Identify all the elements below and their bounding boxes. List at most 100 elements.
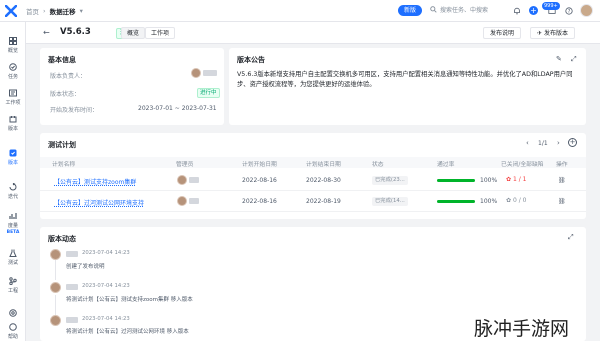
col-admin: 管理员 (176, 162, 194, 168)
breadcrumb: 首页 › 数据迁移 ▾ (26, 6, 83, 16)
plan-status-badge: 已完成(14... (372, 197, 408, 206)
table-row[interactable]: 【公有云】过河测试公网环境支持 2022-08-16 2022-08-19 已完… (40, 191, 586, 212)
owner-name (203, 70, 217, 76)
bug-icon: ✿ (506, 176, 512, 183)
help-icon[interactable]: ? (562, 4, 575, 17)
nav-label: 工程 (7, 287, 18, 294)
global-search[interactable]: 搜索任务、中搜索 (430, 5, 488, 14)
nav-release[interactable]: 版本 (0, 144, 26, 170)
breadcrumb-home[interactable]: 首页 (26, 6, 39, 16)
nav-help[interactable]: 帮助 (0, 322, 26, 340)
search-placeholder: 搜索任务、中搜索 (440, 7, 489, 14)
pager: 1/1 (538, 140, 548, 147)
version-status-badge: 进行中 (197, 88, 220, 98)
activity-avatar (50, 249, 61, 260)
col-start: 计划开始日期 (242, 162, 277, 168)
chevron-down-icon[interactable]: ▾ (80, 7, 83, 15)
nav-iteration[interactable]: 迭代 (0, 178, 26, 204)
breadcrumb-project[interactable]: 数据迁移 (50, 6, 76, 16)
expand-icon[interactable]: ⤢ (568, 233, 574, 242)
announcement-text: V5.6.3版本新增支持用户自主配置交换机多可用区，支持用户配置相关消息通知等特… (237, 71, 573, 88)
nav-label: 概览 (7, 47, 18, 54)
new-version-pill[interactable]: 新版 (398, 5, 423, 16)
nav-metrics[interactable]: 度量 BETA (0, 208, 26, 238)
col-bugs: 已关闭/全部缺陷 (501, 162, 544, 168)
plan-name-link[interactable]: 【公有云】过河测试公网环境支持 (54, 198, 144, 207)
beta-badge: BETA (6, 229, 20, 235)
tab-overview[interactable]: 概览 (121, 27, 146, 39)
publish-version-label: 发布版本 (544, 29, 569, 37)
admin-avatar (177, 196, 187, 206)
bug-count: ✿ 0 / 0 (506, 197, 527, 204)
edit-icon[interactable]: ✎ (556, 55, 562, 63)
start-date: 2022-08-16 (242, 198, 277, 205)
grid-icon (9, 37, 18, 46)
activity-text: 创建了发布说明 (66, 264, 105, 270)
nav-label: 迭代 (7, 193, 18, 200)
bug-count: ✿ 1 / 1 (506, 176, 527, 183)
test-icon (9, 249, 18, 258)
bug-icon: ✿ (506, 197, 512, 204)
timeline-line (55, 260, 56, 280)
pass-rate-value: 100% (480, 177, 498, 184)
task-icon (9, 63, 18, 72)
table-header: 计划名称 管理员 计划开始日期 计划结束日期 状态 通过率 已关闭/全部缺陷 操… (40, 157, 586, 168)
pass-rate-fill (437, 200, 475, 203)
activity-avatar (50, 282, 61, 293)
add-plan-icon[interactable]: + (568, 138, 577, 147)
nav-label: 度量 (7, 222, 18, 229)
bug-count-value: 1 / 1 (513, 176, 527, 183)
chevron-right-icon[interactable]: › (557, 139, 560, 147)
link-icon[interactable]: ⛓ (558, 177, 566, 184)
announcement-card: 版本公告 ✎ ⤢ V5.6.3版本新增支持用户自主配置交换机多可用区，支持用户配… (229, 48, 586, 125)
admin-avatar (177, 175, 187, 185)
date-label: 开始及发布时间： (50, 107, 99, 114)
pass-rate-bar (437, 200, 475, 203)
user-avatar[interactable] (580, 4, 593, 17)
nav-versions[interactable]: 版本 (0, 110, 26, 136)
pass-rate-bar (437, 179, 475, 182)
link-icon[interactable]: ⛓ (558, 198, 566, 205)
tab-workitems[interactable]: 工作项 (145, 27, 176, 39)
activity-time: 2023-07-04 14:23 (82, 316, 130, 322)
pass-rate-fill (437, 179, 475, 182)
pass-rate-value: 100% (480, 198, 498, 205)
activity-user (66, 251, 78, 257)
release-notes-button[interactable]: 发布说明 (483, 27, 522, 39)
expand-icon[interactable]: ⤢ (571, 55, 577, 64)
nav-settings[interactable] (0, 306, 26, 320)
nav-testing[interactable]: 测试 (0, 244, 26, 270)
chevron-left-icon[interactable]: ‹ (526, 139, 529, 147)
nav-repo[interactable]: 工程 (0, 272, 26, 298)
nav-tasks[interactable]: 任务 (0, 58, 26, 84)
add-icon[interactable]: + (527, 4, 540, 17)
col-actions: 操作 (556, 162, 568, 168)
nav-overview[interactable]: 概览 (0, 32, 26, 58)
top-bar: 首页 › 数据迁移 ▾ 新版 搜索任务、中搜索 + 999+ ? (0, 0, 600, 22)
version-icon (9, 115, 18, 124)
repo-icon (9, 277, 18, 286)
activity-text: 将测试计划【公有云】测试支持zoom集群 移入版本 (66, 297, 193, 303)
date-range: 2023-07-01 ~ 2023-07-31 (138, 105, 217, 112)
plan-name-link[interactable]: 【公有云】测试支持zoom集群 (54, 177, 136, 186)
col-status: 状态 (372, 162, 384, 168)
nav-workitems[interactable]: 工作项 (0, 84, 26, 110)
nav-label: 工作项 (5, 99, 21, 106)
version-header: ← V5.6.3 进行中 概览 工作项 发布说明 ✈ 发布版本 (26, 22, 600, 44)
publish-version-button[interactable]: ✈ 发布版本 (530, 27, 576, 39)
nav-label: 帮助 (7, 333, 18, 340)
arrow-left-icon[interactable]: ← (43, 28, 50, 37)
admin-name (189, 198, 199, 204)
table-row[interactable]: 【公有云】测试支持zoom集群 2022-08-16 2022-08-30 已完… (40, 170, 586, 191)
nav-label: 版本 (7, 159, 18, 166)
rocket-icon: ✈ (537, 29, 543, 37)
app-logo[interactable] (0, 0, 22, 22)
activity-time: 2023-07-04 14:23 (82, 283, 130, 289)
nav-label: 测试 (7, 259, 18, 266)
end-date: 2022-08-19 (306, 198, 341, 205)
owner-avatar (191, 68, 201, 78)
bell-icon[interactable] (510, 4, 523, 17)
version-active-icon (9, 149, 18, 158)
owner-label: 版本负责人： (50, 73, 87, 80)
bug-count-value: 0 / 0 (513, 197, 527, 204)
